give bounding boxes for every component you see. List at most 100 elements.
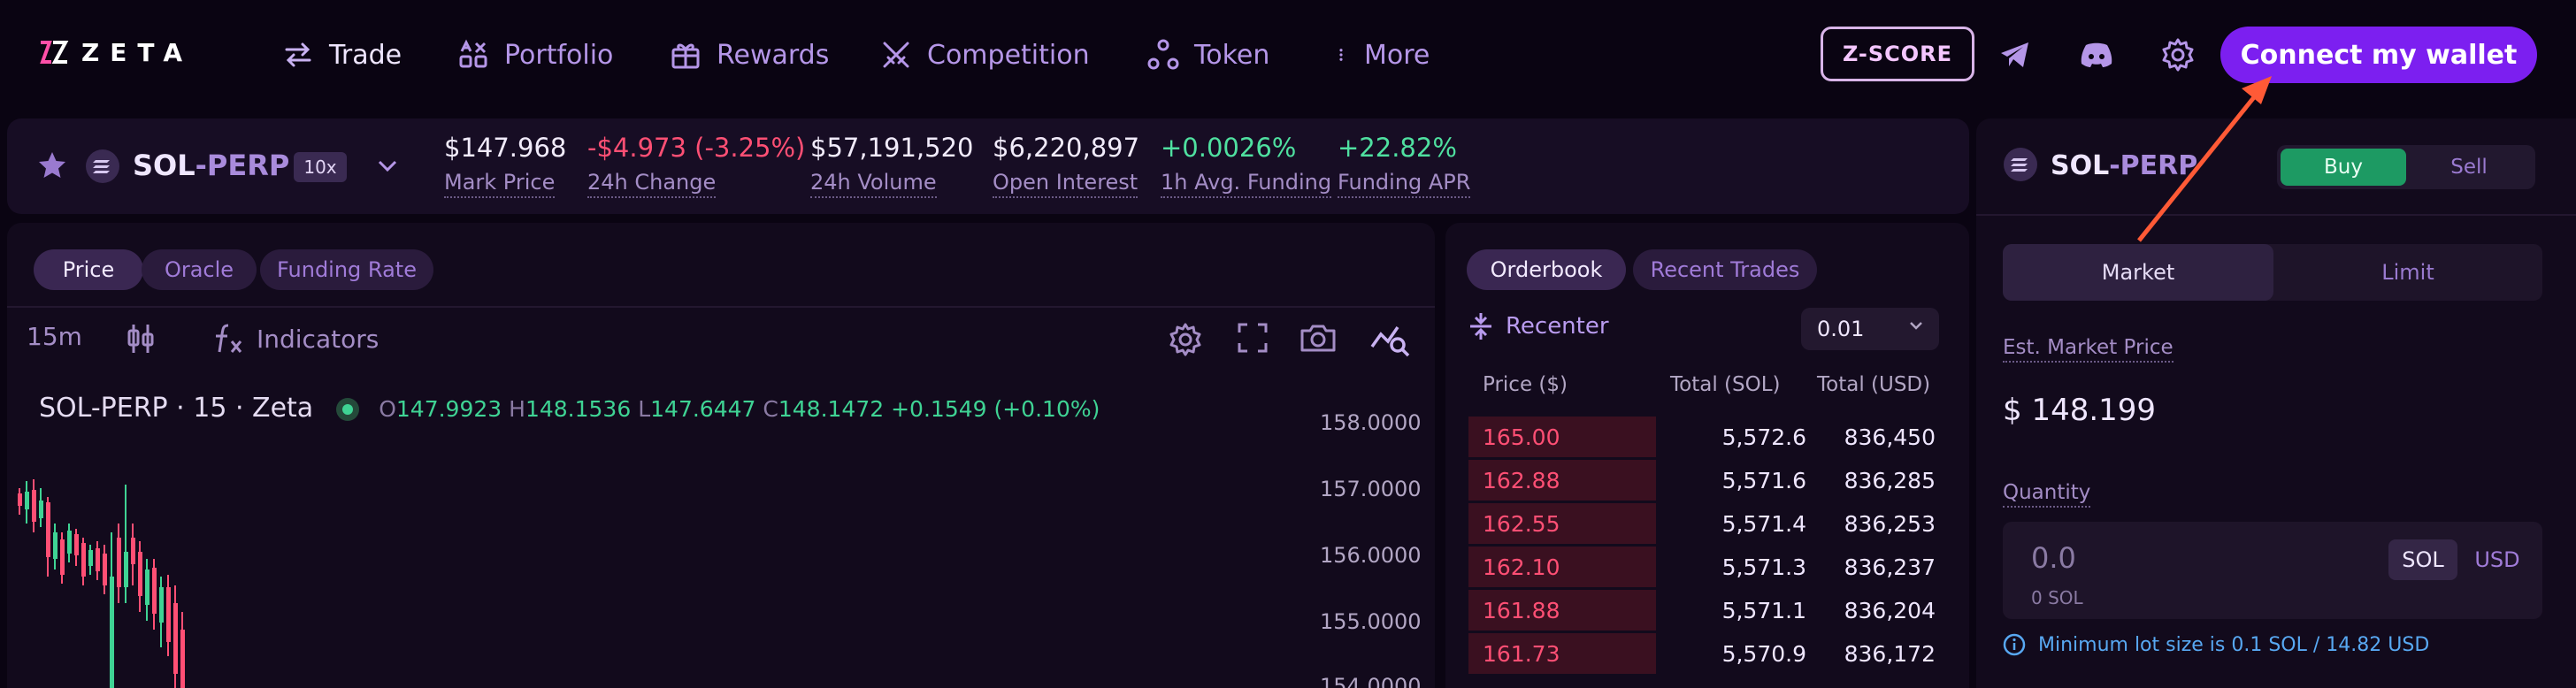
- zeta-logo[interactable]: ZETA: [39, 37, 193, 67]
- tick-size-value: 0.01: [1817, 317, 1865, 341]
- quantity-input[interactable]: 0.0: [2031, 541, 2076, 575]
- tab-oracle[interactable]: Oracle: [142, 249, 257, 290]
- top-navigation: ZETA Trade Portfolio Rewards Competition…: [0, 0, 2576, 113]
- orderbook-ask-row[interactable]: 162.55 5,571.4 836,253: [1468, 502, 1946, 545]
- chart-panel: Price Oracle Funding Rate 15m Indicators…: [7, 223, 1435, 688]
- stat-value: $57,191,520: [810, 133, 974, 163]
- tab-limit[interactable]: Limit: [2273, 244, 2542, 301]
- stat-value: $6,220,897: [993, 133, 1140, 163]
- stat-value: +0.0026%: [1161, 133, 1297, 163]
- swap-arrows-icon: [285, 42, 311, 67]
- orderbook-ask-row[interactable]: 165.00 5,572.6 836,450: [1468, 416, 1946, 458]
- price-axis-label: 158.0000: [1320, 410, 1422, 435]
- discord-button[interactable]: [2077, 35, 2116, 74]
- fullscreen-button[interactable]: [1237, 322, 1269, 354]
- buy-button[interactable]: Buy: [2281, 149, 2406, 186]
- price-axis-label: 155.0000: [1320, 609, 1422, 634]
- orderbook-header-total-sol: Total (SOL): [1670, 373, 1781, 396]
- orderbook-ask-row[interactable]: 161.73 5,570.9 836,172: [1468, 632, 1946, 675]
- market-dropdown-button[interactable]: [377, 159, 398, 177]
- total-usd: 836,450: [1844, 424, 1936, 450]
- discord-icon: [2081, 42, 2112, 67]
- candle-type-button[interactable]: [126, 322, 156, 355]
- screenshot-button[interactable]: [1299, 322, 1338, 354]
- stat-label[interactable]: Mark Price: [444, 170, 556, 198]
- unit-usd-button[interactable]: USD: [2466, 539, 2528, 580]
- quantity-label[interactable]: Quantity: [2003, 481, 2091, 508]
- nav-more[interactable]: More: [1332, 34, 1430, 76]
- nav-trade[interactable]: Trade: [281, 34, 402, 76]
- nav-rewards-label: Rewards: [717, 39, 830, 71]
- chart-search-button[interactable]: [1369, 322, 1412, 357]
- stat-label[interactable]: 1h Avg. Funding: [1161, 170, 1332, 198]
- ask-price: 162.55: [1483, 511, 1560, 537]
- tab-market[interactable]: Market: [2003, 244, 2273, 301]
- stat-label[interactable]: Funding APR: [1338, 170, 1471, 198]
- settings-button[interactable]: [2158, 35, 2197, 74]
- star-icon: [39, 152, 65, 178]
- nav-portfolio-label: Portfolio: [504, 39, 614, 71]
- total-sol: 5,570.9: [1721, 641, 1806, 667]
- nav-portfolio[interactable]: Portfolio: [456, 34, 613, 76]
- stat-funding-apr: +22.82% Funding APR: [1338, 133, 1471, 198]
- indicators-button[interactable]: Indicators: [212, 322, 379, 355]
- ask-price: 161.88: [1483, 598, 1560, 623]
- orderbook-ask-row[interactable]: 161.88 5,571.1 836,204: [1468, 589, 1946, 631]
- tab-price[interactable]: Price: [34, 249, 143, 290]
- nav-more-label: More: [1364, 39, 1430, 71]
- divider: [7, 306, 1435, 308]
- est-market-price-label[interactable]: Est. Market Price: [2003, 336, 2174, 363]
- trade-panel: SOL-PERP Buy Sell Market Limit Est. Mark…: [1976, 118, 2576, 688]
- favorite-star-button[interactable]: [37, 150, 67, 184]
- orderbook-panel: Orderbook Recent Trades Recenter 0.01 Pr…: [1445, 223, 1969, 688]
- market-symbol[interactable]: SOL-PERP: [133, 149, 289, 182]
- total-sol: 5,571.3: [1721, 554, 1806, 580]
- order-type-toggle: Market Limit: [2003, 244, 2542, 301]
- orderbook-header-price: Price ($): [1483, 373, 1568, 396]
- zeta-logo-mark-icon: [40, 41, 69, 64]
- tick-size-select[interactable]: 0.01: [1801, 308, 1939, 350]
- stat-label[interactable]: Open Interest: [993, 170, 1138, 198]
- sol-coin-icon: [2004, 148, 2037, 181]
- indicators-label: Indicators: [257, 324, 380, 354]
- gift-icon: [671, 43, 700, 69]
- zscore-button[interactable]: Z-SCORE: [1821, 27, 1974, 81]
- total-sol: 5,572.6: [1721, 424, 1806, 450]
- market-status-dot: [336, 397, 360, 421]
- connect-wallet-button[interactable]: Connect my wallet: [2220, 27, 2537, 83]
- nav-competition[interactable]: Competition: [879, 34, 1090, 76]
- candles: [18, 479, 185, 688]
- candlestick-icon: [127, 325, 154, 353]
- orderbook-ask-row[interactable]: 162.10 5,571.3 836,237: [1468, 546, 1946, 588]
- divider: [1976, 214, 2576, 216]
- telegram-button[interactable]: [1996, 35, 2035, 74]
- ohlc-high: 148.1536: [525, 396, 632, 422]
- chart-settings-button[interactable]: [1168, 322, 1203, 357]
- chart-title: SOL-PERP · 15 · Zeta: [39, 393, 314, 424]
- nav-token[interactable]: Token: [1146, 34, 1269, 76]
- tab-recent-trades[interactable]: Recent Trades: [1633, 249, 1817, 290]
- unit-sol-button[interactable]: SOL: [2388, 539, 2457, 580]
- ohlc-low: 147.6447: [650, 396, 756, 422]
- tab-orderbook[interactable]: Orderbook: [1467, 249, 1626, 290]
- recenter-button[interactable]: Recenter: [1468, 311, 1609, 341]
- interval-button[interactable]: 15m: [27, 322, 82, 351]
- stat-24h-change: -$4.973 (-3.25%) 24h Change: [587, 133, 805, 198]
- ohlc-key: O: [379, 396, 396, 422]
- nav-rewards[interactable]: Rewards: [669, 34, 829, 76]
- total-usd: 836,253: [1844, 511, 1936, 537]
- price-axis-label: 154.0000: [1320, 674, 1422, 688]
- stat-label[interactable]: 24h Volume: [810, 170, 937, 198]
- orderbook-ask-row[interactable]: 162.88 5,571.6 836,285: [1468, 459, 1946, 501]
- stat-mark-price: $147.968 Mark Price: [444, 133, 566, 198]
- crossed-swords-icon: [883, 42, 909, 68]
- logo-text: ZETA: [81, 37, 194, 67]
- tab-funding-rate[interactable]: Funding Rate: [260, 249, 433, 290]
- recenter-icon: [1470, 313, 1491, 340]
- quantity-field[interactable]: 0.0 0 SOL SOL USD: [2003, 522, 2542, 619]
- trade-symbol: SOL-PERP: [2051, 150, 2197, 181]
- stat-label[interactable]: 24h Change: [587, 170, 717, 198]
- candlestick-chart[interactable]: [7, 470, 361, 688]
- nav-token-label: Token: [1194, 39, 1270, 71]
- sell-button[interactable]: Sell: [2406, 149, 2532, 186]
